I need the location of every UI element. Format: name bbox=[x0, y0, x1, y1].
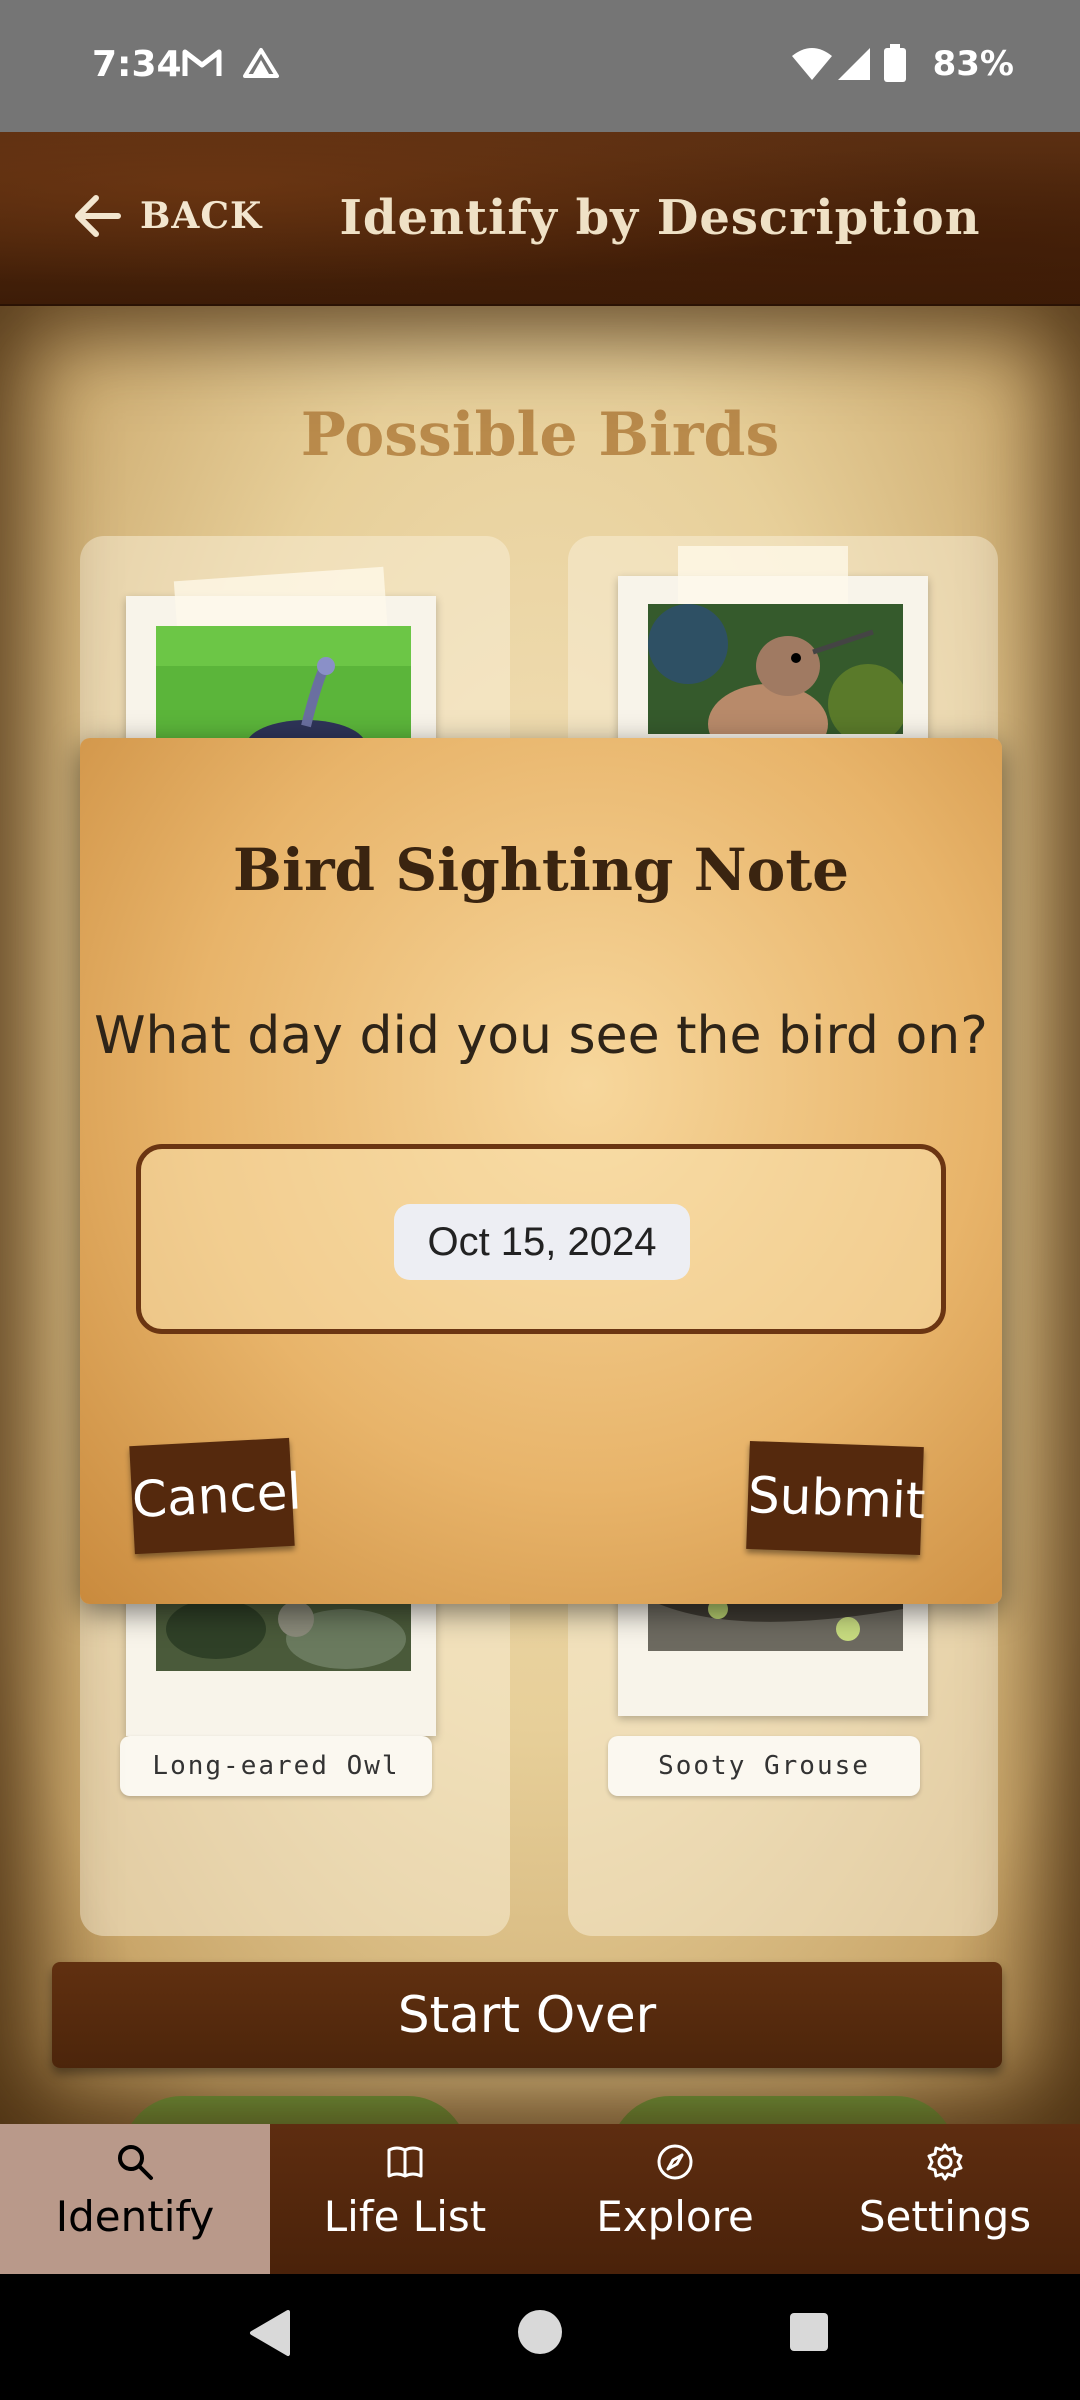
book-icon bbox=[387, 2146, 423, 2178]
this-is-my-bird-button[interactable]: THIS IS MY BIRD! bbox=[122, 2096, 468, 2124]
submit-button[interactable]: Submit bbox=[746, 1440, 926, 1556]
bird-photo-owl bbox=[156, 1599, 411, 1671]
date-field[interactable]: Oct 15, 2024 bbox=[136, 1144, 946, 1334]
nav-label: Settings bbox=[858, 2192, 1032, 2241]
status-time: 7:34 bbox=[92, 44, 182, 85]
battery-icon bbox=[884, 44, 906, 82]
bottom-nav: Identify Life List Explore Settings bbox=[0, 2124, 1080, 2274]
tape-strip bbox=[678, 546, 848, 606]
status-bar: 7:34 83% bbox=[0, 0, 1080, 132]
date-picker-chip[interactable]: Oct 15, 2024 bbox=[394, 1204, 690, 1280]
arrow-left-icon bbox=[75, 195, 121, 237]
nav-identify[interactable]: Identify bbox=[0, 2124, 270, 2274]
bird-name-label: Sooty Grouse bbox=[608, 1736, 920, 1796]
back-triangle-icon[interactable] bbox=[246, 2308, 292, 2358]
this-is-my-bird-button[interactable]: THIS IS MY BIRD! bbox=[610, 2096, 956, 2124]
battery-percent: 83% bbox=[932, 44, 1014, 84]
signal-icon bbox=[838, 48, 870, 80]
bird-name-label: Long-eared Owl bbox=[120, 1736, 432, 1796]
dialog-question: What day did you see the bird on? bbox=[94, 1006, 988, 1066]
nav-label: Life List bbox=[323, 2192, 487, 2241]
dialog-title: Bird Sighting Note bbox=[232, 836, 850, 904]
nav-label: Identify bbox=[55, 2192, 215, 2241]
bird-photo-flicker bbox=[648, 604, 903, 734]
cancel-button[interactable]: Cancel bbox=[129, 1437, 303, 1555]
wifi-icon bbox=[792, 48, 832, 80]
page-title: Identify by Description bbox=[339, 190, 981, 246]
gmail-icon bbox=[182, 49, 222, 76]
search-icon bbox=[118, 2145, 153, 2180]
gear-icon bbox=[927, 2143, 963, 2181]
bird-photo-turkey bbox=[156, 626, 411, 751]
nav-settings[interactable]: Settings bbox=[810, 2124, 1080, 2274]
back-button[interactable]: BACK bbox=[72, 176, 262, 256]
app-bar: BACK Identify by Description bbox=[0, 132, 1080, 308]
system-nav-bar bbox=[0, 2274, 1080, 2400]
back-label: BACK bbox=[140, 195, 263, 237]
sighting-note-dialog: Bird Sighting Note What day did you see … bbox=[80, 738, 1002, 1604]
nav-label: Explore bbox=[596, 2192, 754, 2241]
section-title: Possible Birds bbox=[300, 400, 780, 470]
recents-square-icon[interactable] bbox=[788, 2311, 830, 2353]
nav-life-list[interactable]: Life List bbox=[270, 2124, 540, 2274]
start-over-button[interactable]: Start Over bbox=[52, 1962, 1002, 2068]
compass-icon bbox=[657, 2144, 693, 2180]
nav-explore[interactable]: Explore bbox=[540, 2124, 810, 2274]
drive-icon bbox=[243, 48, 279, 78]
home-circle-icon[interactable] bbox=[516, 2308, 564, 2356]
